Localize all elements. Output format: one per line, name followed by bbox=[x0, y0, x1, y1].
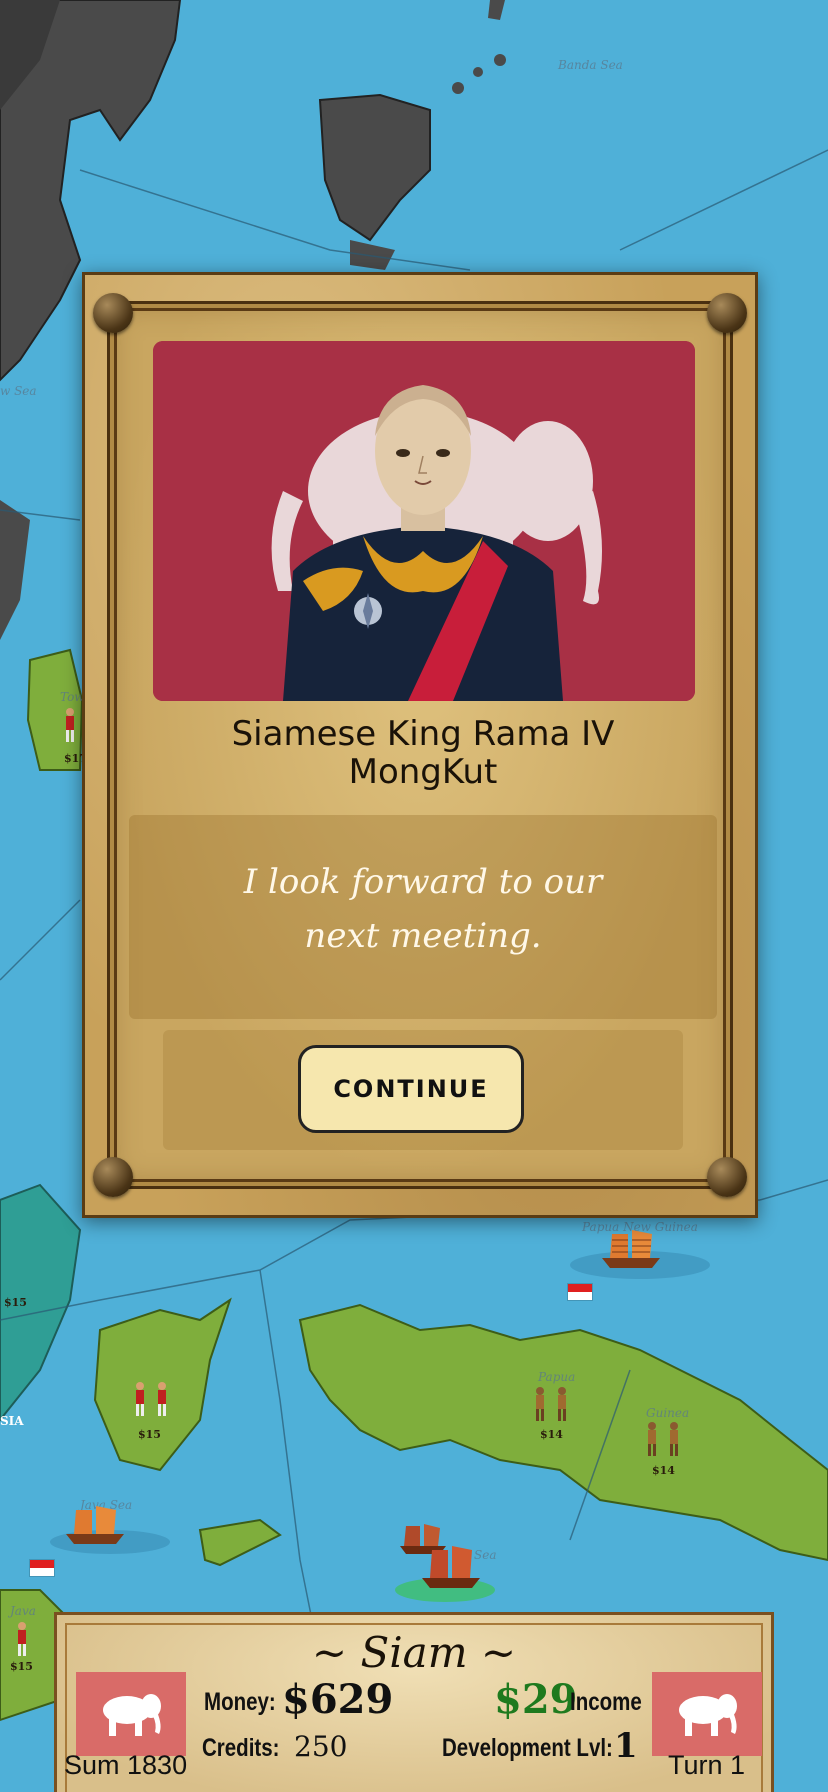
income-value: $29 bbox=[494, 1676, 578, 1723]
credits-label: Credits: bbox=[202, 1734, 280, 1762]
soldier-icon[interactable] bbox=[530, 1385, 574, 1425]
rivet-icon bbox=[707, 1157, 747, 1197]
flag-icon bbox=[568, 1284, 592, 1300]
leader-name-line1: Siamese King Rama IV bbox=[231, 714, 615, 754]
map-label-tow: Tow bbox=[60, 690, 85, 704]
message-panel: I look forward to our next meeting. bbox=[129, 815, 717, 1019]
turn-counter: Turn 1 bbox=[668, 1750, 746, 1780]
map-label-asia: SIA bbox=[0, 1414, 24, 1428]
message-line1: I look forward to our bbox=[243, 862, 603, 902]
region-price: $15 bbox=[138, 1428, 161, 1441]
soldier-icon[interactable] bbox=[130, 1380, 174, 1420]
map-label-java: Java bbox=[10, 1604, 36, 1618]
rivet-icon bbox=[93, 293, 133, 333]
junk-ship-icon[interactable] bbox=[62, 1504, 128, 1548]
leader-name: Siamese King Rama IV MongKut bbox=[145, 715, 701, 791]
nation-emblem-left[interactable] bbox=[76, 1672, 186, 1756]
development-label: Development Lvl: bbox=[442, 1734, 613, 1762]
continue-button[interactable]: CONTINUE bbox=[298, 1045, 524, 1133]
season-year: Sum 1830 bbox=[64, 1750, 188, 1780]
leader-name-line2: MongKut bbox=[348, 752, 498, 792]
soldier-icon[interactable] bbox=[60, 706, 80, 746]
leader-dialog: Siamese King Rama IV MongKut I look forw… bbox=[82, 272, 758, 1218]
money-label: Money: bbox=[204, 1688, 276, 1716]
leader-portrait bbox=[153, 341, 695, 701]
region-price: $14 bbox=[652, 1464, 675, 1477]
map-label-sea-left: w Sea bbox=[0, 384, 37, 398]
credits-value: 250 bbox=[294, 1730, 348, 1763]
elephant-icon bbox=[679, 1694, 737, 1736]
money-value: $629 bbox=[282, 1676, 394, 1723]
rivet-icon bbox=[707, 293, 747, 333]
message-line2: next meeting. bbox=[304, 916, 542, 956]
nation-name: ~ Siam ~ bbox=[311, 1628, 517, 1677]
development-value: 1 bbox=[614, 1726, 638, 1766]
junk-ship-icon[interactable] bbox=[598, 1228, 664, 1272]
king-portrait-image bbox=[153, 341, 695, 701]
elephant-icon bbox=[103, 1694, 161, 1736]
soldier-icon[interactable] bbox=[642, 1420, 686, 1460]
nation-emblem-right[interactable] bbox=[652, 1672, 762, 1756]
flag-icon bbox=[30, 1560, 54, 1576]
map-label-guinea: Guinea bbox=[646, 1406, 690, 1420]
leader-message: I look forward to our next meeting. bbox=[129, 855, 717, 963]
map-label-banda-sea: Banda Sea bbox=[558, 58, 623, 72]
map-label-papua: Papua bbox=[538, 1370, 576, 1384]
rivet-icon bbox=[93, 1157, 133, 1197]
region-price: $15 bbox=[4, 1296, 27, 1309]
region-price: $14 bbox=[540, 1428, 563, 1441]
junk-ship-icon[interactable] bbox=[418, 1544, 484, 1592]
income-label: Income bbox=[570, 1688, 642, 1716]
